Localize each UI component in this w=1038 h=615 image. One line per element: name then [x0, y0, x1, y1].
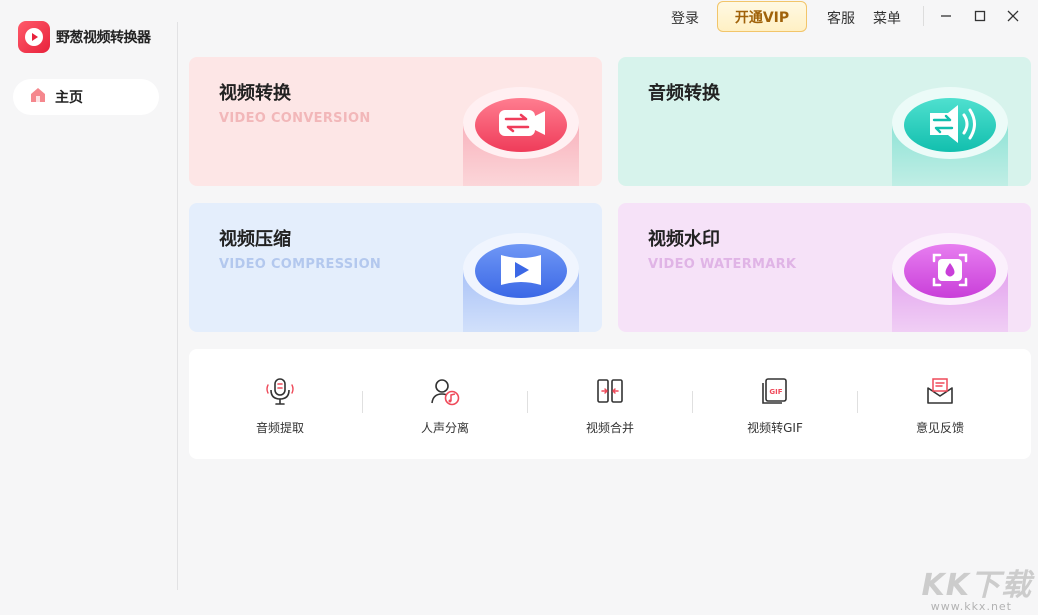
- gif-icon: GIF: [762, 378, 787, 404]
- app-title: 野葱视频转换器: [56, 30, 151, 46]
- video-compress-icon: [463, 233, 579, 332]
- sidebar: 野葱视频转换器 主页: [0, 0, 178, 615]
- card-video-conversion[interactable]: 视频转换 VIDEO CONVERSION: [189, 57, 602, 186]
- tools-panel: 音频提取 人声分离 视频合并 GIF 视频转GIF 意见反馈: [189, 349, 1031, 459]
- watermark-text: KK下载: [921, 568, 1032, 603]
- vip-button[interactable]: 开通VIP: [717, 1, 807, 32]
- tool-divider: [362, 391, 363, 413]
- menu-button[interactable]: 菜单: [873, 8, 901, 28]
- video-watermark-icon: [892, 233, 1008, 332]
- service-button[interactable]: 客服: [827, 8, 855, 28]
- card-title: 音频转换: [648, 83, 720, 104]
- tool-label: 人声分离: [420, 421, 469, 435]
- card-audio-conversion[interactable]: 音频转换: [618, 57, 1031, 186]
- mic-icon: [266, 378, 294, 405]
- audio-convert-icon: [892, 87, 1008, 186]
- login-button[interactable]: 登录: [671, 8, 699, 28]
- tool-audio-extract[interactable]: 音频提取: [220, 375, 340, 436]
- voice-separate-icon: [431, 379, 460, 406]
- minimize-icon[interactable]: [936, 6, 956, 26]
- merge-icon: [597, 379, 623, 403]
- tool-divider: [527, 391, 528, 413]
- sidebar-item-label: 主页: [55, 90, 83, 106]
- card-title: 视频水印: [648, 229, 720, 250]
- svg-text:GIF: GIF: [769, 388, 782, 396]
- tool-video-merge[interactable]: 视频合并: [550, 375, 670, 436]
- feedback-icon: [927, 378, 953, 404]
- tool-label: 视频转GIF: [747, 421, 803, 435]
- title-bar: 登录 开通VIP 客服 菜单: [178, 0, 1038, 36]
- logo-icon: [18, 21, 50, 53]
- card-video-compression[interactable]: 视频压缩 VIDEO COMPRESSION: [189, 203, 602, 332]
- video-convert-icon: [463, 87, 579, 186]
- site-watermark: KK下载 www.kkx.net: [918, 560, 1038, 615]
- tool-label: 视频合并: [585, 421, 634, 435]
- app-logo: 野葱视频转换器: [18, 21, 151, 53]
- card-subtitle: VIDEO COMPRESSION: [219, 257, 382, 272]
- home-icon: [29, 86, 47, 108]
- tool-divider: [692, 391, 693, 413]
- card-video-watermark[interactable]: 视频水印 VIDEO WATERMARK: [618, 203, 1031, 332]
- card-subtitle: VIDEO CONVERSION: [219, 111, 371, 126]
- tool-divider: [857, 391, 858, 413]
- watermark-url: www.kkx.net: [930, 600, 1012, 613]
- card-title: 视频压缩: [219, 229, 291, 250]
- tool-label: 音频提取: [255, 421, 304, 435]
- card-subtitle: VIDEO WATERMARK: [648, 257, 797, 272]
- maximize-icon[interactable]: [970, 6, 990, 26]
- tool-video-to-gif[interactable]: GIF 视频转GIF: [715, 375, 835, 436]
- sidebar-divider: [177, 22, 178, 590]
- card-title: 视频转换: [219, 83, 291, 104]
- tool-feedback[interactable]: 意见反馈: [880, 375, 1000, 436]
- tool-label: 意见反馈: [915, 421, 964, 435]
- window-controls-divider: [923, 6, 924, 26]
- tool-voice-separate[interactable]: 人声分离: [385, 375, 505, 436]
- sidebar-item-home[interactable]: 主页: [13, 79, 159, 115]
- close-icon[interactable]: [1003, 6, 1023, 26]
